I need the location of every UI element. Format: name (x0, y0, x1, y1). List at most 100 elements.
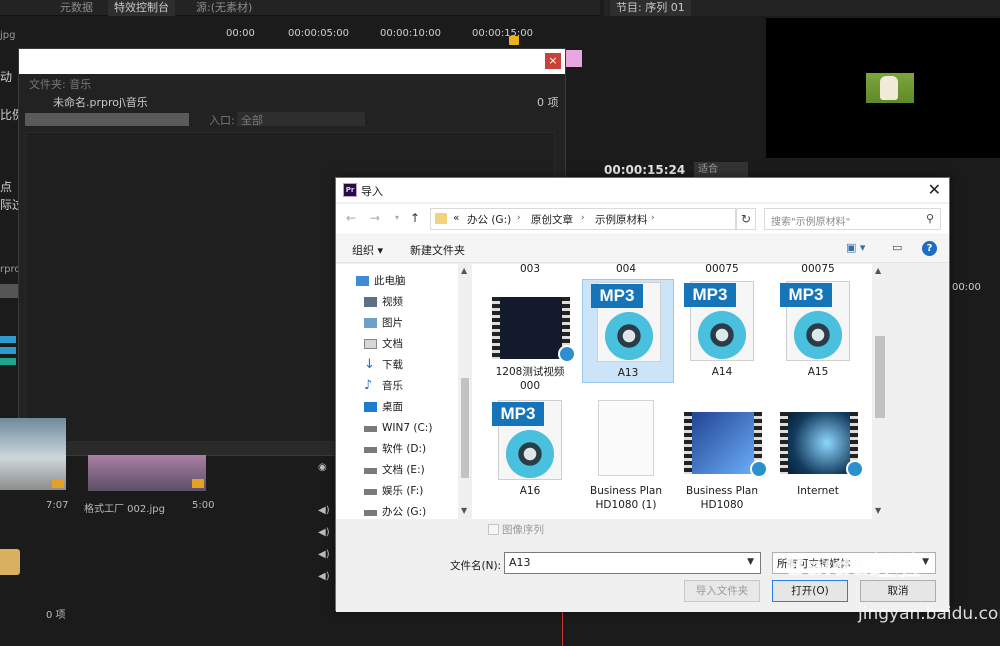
documents-folder-icon (364, 339, 377, 349)
scroll-down-icon[interactable]: ▼ (875, 506, 881, 515)
import-folder-button[interactable]: 导入文件夹 (684, 580, 760, 602)
tree-item-desktop[interactable]: 桌面 (364, 398, 403, 416)
tab-program[interactable]: 节目: 序列 01 (610, 0, 691, 16)
tree-item-drive-e[interactable]: 文档 (E:) (364, 461, 425, 479)
music-search-input[interactable] (25, 113, 189, 126)
tree-item-drive-f[interactable]: 娱乐 (F:) (364, 482, 423, 500)
file-item[interactable]: Business Plan HD1080 (1) (580, 398, 672, 518)
file-name: Business Plan HD1080 (686, 485, 758, 511)
track-bar (0, 358, 16, 365)
clip-thumbnail[interactable] (88, 455, 206, 491)
program-monitor-tab-bar: 节目: 序列 01 (604, 0, 1000, 16)
close-icon[interactable]: × (545, 53, 561, 69)
image-sequence-checkbox[interactable] (488, 524, 499, 535)
speaker-icon[interactable]: ◀) (318, 571, 330, 582)
playhead-marker[interactable] (509, 36, 519, 45)
scroll-down-icon[interactable]: ▼ (461, 506, 467, 515)
preview-pane-icon[interactable]: ▭ (892, 241, 902, 254)
scroll-up-icon[interactable]: ▲ (461, 266, 467, 275)
breadcrumb-item[interactable]: 原创文章 (531, 212, 573, 227)
recent-dropdown-icon[interactable]: ▾ (395, 213, 399, 222)
speaker-icon[interactable]: ◀) (318, 549, 330, 560)
search-icon[interactable]: ⚲ (926, 212, 934, 225)
file-label-partial[interactable]: 004 (580, 264, 672, 276)
in-label: 入口: (209, 114, 235, 127)
tab-source[interactable]: 源:(无素材) (190, 0, 258, 16)
navigation-bar: ← → ▾ ↑ « 办公 (G:) › 原创文章 › 示例原材料 › ▼ ↻ 搜… (336, 204, 949, 234)
music-bin-tab[interactable]: 文件夹: 音乐 (29, 76, 91, 92)
program-timecode[interactable]: 00:00:15:24 (604, 163, 685, 177)
mp3-file-icon: MP3 (780, 281, 856, 361)
speaker-icon[interactable]: ◀) (318, 527, 330, 538)
file-item[interactable]: 1208测试视频 000 (484, 279, 576, 392)
breadcrumb-overflow[interactable]: « (453, 212, 459, 224)
file-item[interactable]: MP3 A16 (484, 398, 576, 518)
new-folder-button[interactable]: 新建文件夹 (410, 242, 465, 258)
close-icon[interactable]: ✕ (928, 180, 941, 199)
chevron-down-icon[interactable]: ▼ (922, 557, 929, 567)
view-options-icon[interactable]: ▣ ▾ (846, 241, 865, 254)
scroll-thumb[interactable] (461, 378, 469, 478)
scroll-thumb[interactable] (875, 336, 885, 418)
file-item-selected[interactable]: MP3 A13 (582, 279, 674, 383)
tree-item-drive-g[interactable]: 办公 (G:) (364, 503, 426, 521)
file-item[interactable]: MP3 A15 (772, 279, 864, 383)
file-item[interactable]: Internet (772, 398, 864, 518)
new-item-button[interactable] (0, 549, 20, 575)
speaker-icon[interactable]: ◀) (318, 505, 330, 516)
chevron-right-icon[interactable]: › (581, 213, 585, 223)
file-grid-scrollbar[interactable]: ▲ ▼ (872, 264, 888, 519)
file-item[interactable]: Business Plan HD1080 (676, 398, 768, 518)
scroll-up-icon[interactable]: ▲ (875, 266, 881, 275)
file-label-partial[interactable]: 00075 (772, 264, 864, 276)
tree-item-drive-d[interactable]: 软件 (D:) (364, 440, 426, 458)
cancel-button[interactable]: 取消 (860, 580, 936, 602)
chevron-down-icon[interactable]: ▼ (747, 557, 754, 567)
track-bar (0, 336, 16, 343)
ruler-mark: 00:00:05:00 (288, 28, 350, 39)
help-icon[interactable]: ? (922, 241, 937, 256)
filename-input[interactable]: A13 ▼ (504, 552, 761, 574)
address-bar[interactable]: « 办公 (G:) › 原创文章 › 示例原材料 › ▼ (430, 208, 830, 230)
video-folder-icon (364, 297, 377, 307)
eye-icon[interactable]: ◉ (318, 462, 327, 473)
file-name: A13 (617, 367, 639, 379)
tree-item-pictures[interactable]: 图片 (364, 314, 403, 332)
video-file-icon (780, 412, 864, 478)
tree-item-documents[interactable]: 文档 (364, 335, 403, 353)
music-icon: ♪ (364, 378, 373, 393)
up-arrow-icon[interactable]: ↑ (410, 211, 420, 225)
tree-item-music[interactable]: ♪ 音乐 (364, 377, 403, 395)
panel-tab-bar: 元数据 特效控制台 源:(无素材) (0, 0, 600, 16)
refresh-icon[interactable]: ↻ (736, 208, 756, 230)
folder-icon (435, 213, 447, 224)
chevron-right-icon[interactable]: › (517, 213, 521, 223)
dialog-title: 导入 (361, 185, 383, 198)
organize-button[interactable]: 组织 ▾ (352, 242, 383, 258)
desktop-icon (364, 402, 377, 412)
file-item[interactable]: MP3 A14 (676, 279, 768, 383)
tab-effect-controls[interactable]: 特效控制台 (108, 0, 175, 16)
video-file-icon (492, 297, 576, 363)
tree-scrollbar[interactable]: ▲ ▼ (458, 264, 472, 519)
open-button[interactable]: 打开(O) (772, 580, 848, 602)
tree-item-drive-c[interactable]: WIN7 (C:) (364, 419, 432, 437)
tree-item-this-pc[interactable]: 此电脑 (356, 272, 406, 290)
file-label-partial[interactable]: 003 (484, 264, 576, 276)
scroll-bar[interactable] (0, 284, 18, 298)
forward-arrow-icon[interactable]: → (370, 211, 380, 225)
file-label-partial[interactable]: 00075 (676, 264, 768, 276)
image-sequence-label: 图像序列 (502, 524, 544, 536)
in-dropdown[interactable]: 全部 (237, 112, 365, 127)
fit-dropdown[interactable]: 适合 (694, 162, 748, 178)
breadcrumb-item[interactable]: 办公 (G:) (467, 212, 511, 227)
back-arrow-icon[interactable]: ← (346, 211, 356, 225)
tree-item-videos[interactable]: 视频 (364, 293, 403, 311)
tree-item-downloads[interactable]: ↓ 下载 (364, 356, 403, 374)
monitor-preview-image (866, 73, 914, 103)
timeline-ruler[interactable]: 00:00 00:00:05:00 00:00:10:00 00:00:15:0… (226, 28, 580, 42)
tab-metadata[interactable]: 元数据 (54, 0, 99, 16)
chevron-right-icon[interactable]: › (651, 213, 655, 223)
breadcrumb-item[interactable]: 示例原材料 (595, 212, 648, 227)
search-input[interactable]: 搜索"示例原材料" ⚲ (764, 208, 941, 230)
